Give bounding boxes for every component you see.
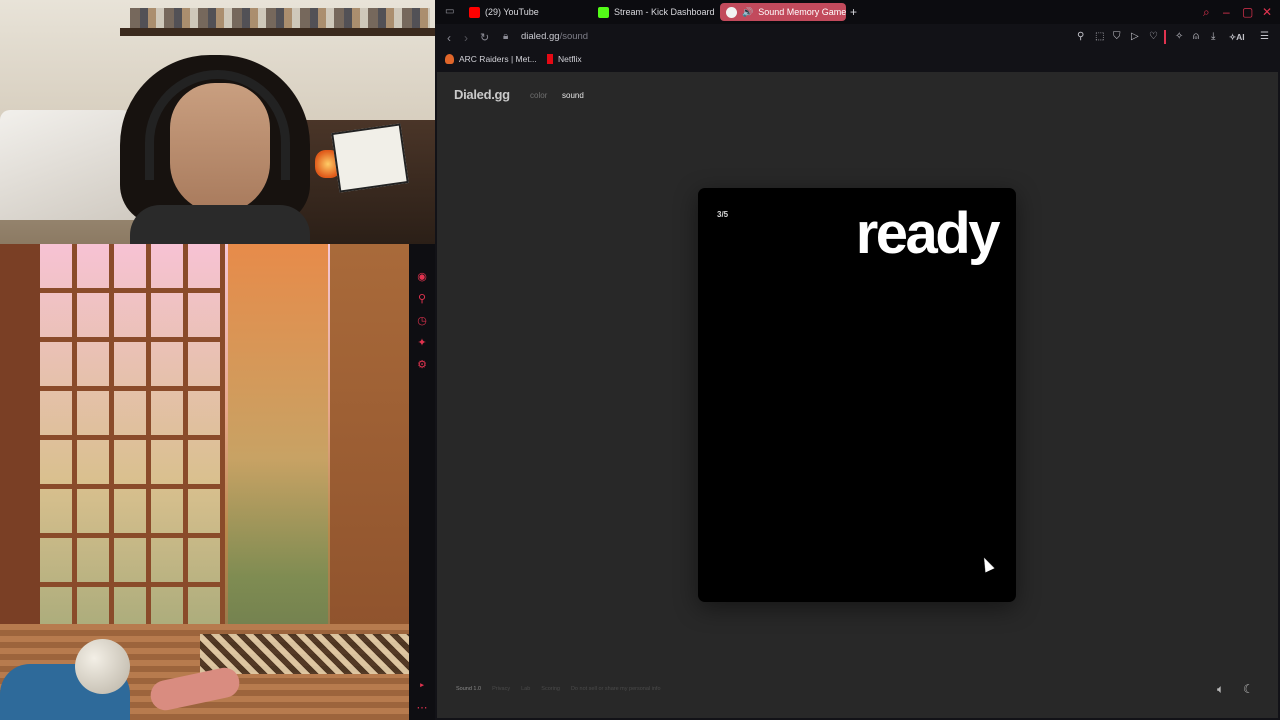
netflix-icon: [547, 54, 553, 64]
pin-icon[interactable]: ⚲: [416, 293, 428, 305]
extensions-icon[interactable]: ✦: [416, 337, 428, 349]
menu-icon[interactable]: ☰: [1260, 31, 1269, 43]
tab-sound-memory-game[interactable]: 🔊 Sound Memory Game: [720, 3, 846, 21]
speaker-icon[interactable]: 🔈︎: [1217, 682, 1224, 696]
heart-icon[interactable]: ♡: [1149, 31, 1158, 43]
bookmarks-bar: ARC Raiders | Met... Netflix: [435, 51, 1280, 69]
nav-sound[interactable]: sound: [562, 91, 584, 100]
tab-label: (29) YouTube: [485, 7, 539, 17]
page-viewport: Dialed.gg color sound 3/5 ready Sound 1.…: [437, 72, 1278, 718]
address-bar: ‹ › ↻ 🔒︎ dialed.gg/sound ⚲ ⬚ ⛉ ▷ ♡ ✧ ⍝ ⤓…: [435, 27, 1280, 49]
close-icon[interactable]: ✕: [1262, 5, 1272, 19]
back-icon[interactable]: ‹: [447, 30, 451, 46]
game-card[interactable]: 3/5 ready: [698, 188, 1016, 602]
player-icon[interactable]: ◉: [416, 271, 428, 283]
url-path: /sound: [559, 31, 589, 42]
send-icon[interactable]: ▷: [1131, 31, 1139, 43]
gx-sidebar: ◉ ⚲ ◷ ✦ ⚙ ▸ ⋯: [409, 244, 435, 720]
snapshot-icon[interactable]: ⬚: [1095, 31, 1104, 43]
kick-icon: [598, 6, 609, 18]
shield-icon[interactable]: ⛉: [1113, 31, 1121, 43]
streamer: [120, 55, 310, 244]
profile-icon[interactable]: ⍝: [1193, 31, 1199, 43]
moon-icon[interactable]: ☾: [1243, 682, 1254, 696]
more-icon[interactable]: ⋯: [416, 702, 428, 714]
new-tab-button[interactable]: +: [847, 3, 863, 21]
license-plate-decor: [331, 123, 409, 193]
game-status: ready: [855, 201, 1001, 266]
tab-label: Stream - Kick Dashboard: [614, 7, 715, 17]
history-icon[interactable]: ◷: [416, 315, 428, 327]
url-field[interactable]: dialed.gg/sound: [521, 31, 588, 42]
bookmark-arc-raiders[interactable]: ARC Raiders | Met...: [445, 54, 537, 64]
tab-bar: ▭ (29) YouTube Stream - Kick Dashboard 🔊…: [435, 0, 1280, 24]
new-tab-label: +: [850, 5, 858, 19]
webcam-feed: [0, 0, 435, 244]
ai-label: AI: [1236, 32, 1245, 42]
reload-icon[interactable]: ↻: [480, 30, 489, 46]
nav-color[interactable]: color: [530, 91, 547, 100]
toolbar-separator: [1164, 30, 1166, 44]
download-icon[interactable]: ⤓: [1211, 31, 1215, 43]
ai-button[interactable]: ✧AI: [1229, 31, 1245, 43]
shelf-collectibles: [130, 8, 430, 28]
streamer-shirt: [130, 205, 310, 244]
footer-privacy-link[interactable]: Privacy: [492, 686, 510, 692]
tab-label: Sound Memory Game: [758, 7, 846, 17]
bookmark-label: ARC Raiders | Met...: [459, 54, 537, 64]
soccer-ball: [75, 639, 130, 694]
tab-kick-dashboard[interactable]: Stream - Kick Dashboard: [592, 3, 717, 21]
url-host: dialed.gg: [521, 31, 560, 42]
bookmark-label: Netflix: [558, 54, 582, 64]
footer-do-not-sell-link[interactable]: Do not sell or share my personal info: [571, 686, 661, 692]
minimize-icon[interactable]: –: [1223, 5, 1230, 19]
wall-shelf: [120, 28, 435, 36]
footer-version: Sound 1.0: [456, 686, 482, 692]
settings-icon[interactable]: ⚙: [416, 359, 428, 371]
anime-room-artwork: [0, 244, 409, 720]
pin-page-icon[interactable]: ⚲: [1077, 31, 1084, 43]
tab-favicon-icon: [726, 6, 737, 18]
workspaces-icon[interactable]: ▭: [445, 6, 454, 18]
round-progress: 3/5: [717, 210, 729, 219]
speaker-icon: 🔊: [742, 6, 754, 17]
arc-raiders-icon: [445, 54, 454, 64]
gx-logo-icon[interactable]: ▸: [416, 680, 428, 692]
extensions-icon[interactable]: ✧: [1175, 31, 1183, 43]
footer-scoring-link[interactable]: Scoring: [541, 686, 560, 692]
doormat: [200, 634, 409, 674]
search-icon[interactable]: ⌕: [1203, 5, 1210, 19]
maximize-icon[interactable]: ▢: [1242, 5, 1253, 19]
bookmark-netflix[interactable]: Netflix: [547, 54, 582, 64]
site-logo[interactable]: Dialed.gg: [454, 87, 510, 102]
youtube-icon: [469, 6, 480, 18]
footer-lab-link[interactable]: Lab: [521, 686, 530, 692]
site-footer: Sound 1.0 Privacy Lab Scoring Do not sel…: [456, 686, 661, 692]
browser-window: ▭ (29) YouTube Stream - Kick Dashboard 🔊…: [435, 0, 1280, 720]
lock-icon: 🔒︎: [503, 31, 509, 42]
tab-youtube[interactable]: (29) YouTube: [463, 3, 583, 21]
forward-icon[interactable]: ›: [464, 30, 468, 46]
